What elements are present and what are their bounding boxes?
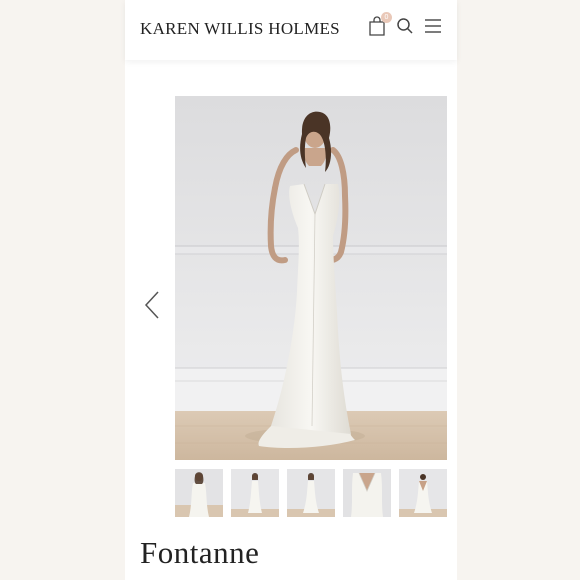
thumbnail-front-closeup[interactable] — [175, 469, 223, 517]
page-background-left — [0, 0, 125, 580]
product-page: KAREN WILLIS HOLMES 0 Fontanne — [125, 0, 457, 580]
thumbnail-back-view[interactable] — [399, 469, 447, 517]
product-title: Fontanne — [140, 535, 260, 570]
cart-count-badge: 0 — [381, 12, 392, 23]
thumbnail-bodice-detail-image — [343, 469, 391, 517]
bride-in-white-v-neck-gown-photo — [175, 96, 447, 460]
main-product-image[interactable] — [175, 96, 447, 460]
thumbnail-full-length[interactable] — [231, 469, 279, 517]
page-background-right — [457, 0, 580, 580]
gallery-prev-button[interactable] — [143, 290, 161, 320]
thumbnail-full-length-image — [231, 469, 279, 517]
chevron-left-icon — [144, 291, 159, 319]
thumbnail-bodice-detail[interactable] — [343, 469, 391, 517]
thumbnail-back-view-image — [399, 469, 447, 517]
thumbnail-front-closeup-image — [175, 469, 223, 517]
site-header: KAREN WILLIS HOLMES 0 — [125, 0, 457, 60]
thumbnail-strip — [175, 469, 447, 517]
hamburger-menu-icon — [425, 19, 441, 33]
header-actions: 0 — [367, 12, 443, 37]
search-button[interactable] — [395, 15, 415, 37]
thumbnail-full-length-front[interactable] — [287, 469, 335, 517]
menu-button[interactable] — [423, 15, 443, 37]
search-icon — [397, 18, 413, 34]
brand-logo[interactable]: KAREN WILLIS HOLMES — [140, 19, 340, 39]
cart-button[interactable]: 0 — [367, 12, 392, 37]
thumbnail-full-length-front-image — [287, 469, 335, 517]
